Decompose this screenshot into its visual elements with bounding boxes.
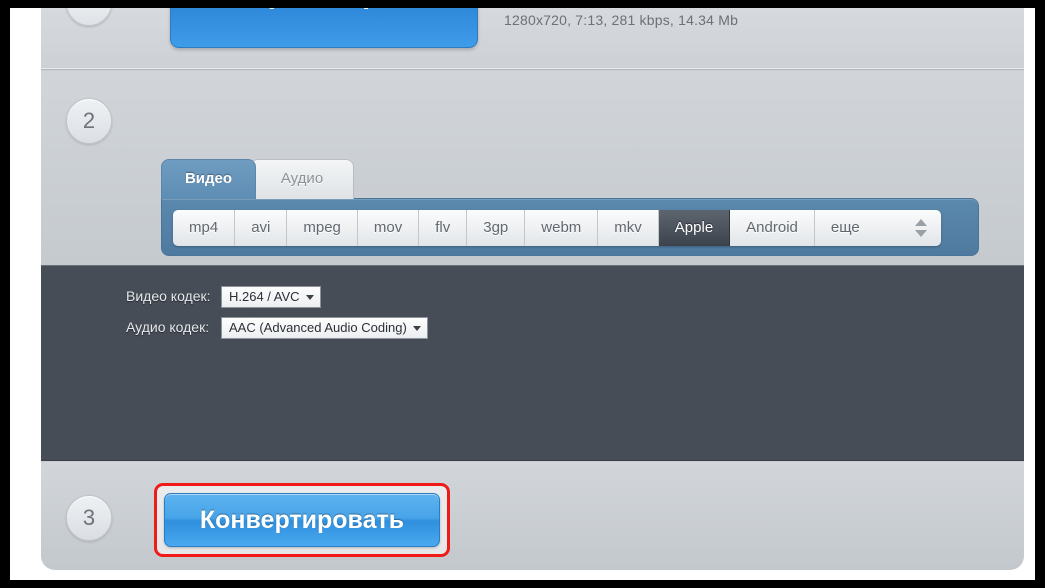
format-button-group: mp4 avi mpeg mov flv 3gp webm mkv Apple …: [173, 210, 941, 246]
format-more-label: еще: [830, 219, 860, 236]
format-android[interactable]: Android: [730, 210, 815, 246]
format-mkv[interactable]: mkv: [598, 210, 659, 246]
chevron-down-icon: [412, 326, 421, 331]
open-file-button[interactable]: Открыть файл: [170, 8, 478, 48]
format-webm[interactable]: webm: [525, 210, 599, 246]
format-mp4[interactable]: mp4: [173, 210, 236, 246]
step2-number-badge: 2: [66, 98, 112, 144]
converter-app: Открыть файл 1280x720, 7:13, 281 kbps, 1…: [41, 8, 1024, 570]
step2-section: 2 Видео Аудио mp4 avi mpeg mov flv 3gp we…: [41, 71, 1024, 313]
video-codec-label: Видео кодек:: [126, 288, 211, 304]
step1-number-badge: [66, 8, 112, 26]
advanced-settings-panel: Видео кодек: H.264 / AVC Аудио кодек: AA…: [41, 265, 1024, 461]
format-mov[interactable]: mov: [357, 210, 420, 246]
format-more[interactable]: еще: [814, 210, 941, 246]
format-flv[interactable]: flv: [419, 210, 468, 246]
step3-section: 3 Конвертировать: [41, 462, 1024, 570]
chevron-down-icon: [305, 295, 314, 300]
media-type-tabs: Видео Аудио: [161, 159, 354, 199]
format-3gp[interactable]: 3gp: [467, 210, 526, 246]
page-background: Открыть файл 1280x720, 7:13, 281 kbps, 1…: [10, 8, 1035, 580]
step1-section: Открыть файл 1280x720, 7:13, 281 kbps, 1…: [41, 8, 1024, 70]
format-apple[interactable]: Apple: [658, 210, 731, 246]
step3-number-badge: 3: [66, 495, 112, 541]
tab-video[interactable]: Видео: [161, 159, 256, 199]
tab-audio[interactable]: Аудио: [250, 159, 354, 199]
format-bar: mp4 avi mpeg mov flv 3gp webm mkv Apple …: [161, 198, 979, 256]
spinner-updown-icon[interactable]: [914, 218, 927, 238]
video-codec-value: H.264 / AVC: [229, 289, 300, 304]
section-divider: [41, 68, 1024, 69]
screenshot-frame: Открыть файл 1280x720, 7:13, 281 kbps, 1…: [0, 0, 1045, 588]
file-info-text: 1280x720, 7:13, 281 kbps, 14.34 Mb: [504, 12, 739, 28]
convert-button-highlight: Конвертировать: [154, 483, 450, 557]
audio-codec-label: Аудио кодек:: [126, 319, 210, 335]
video-codec-select[interactable]: H.264 / AVC: [221, 286, 321, 308]
format-mpeg[interactable]: mpeg: [287, 210, 358, 246]
audio-codec-value: AAC (Advanced Audio Coding): [229, 320, 407, 335]
audio-codec-select[interactable]: AAC (Advanced Audio Coding): [221, 317, 428, 339]
format-avi[interactable]: avi: [235, 210, 288, 246]
convert-button[interactable]: Конвертировать: [164, 493, 440, 547]
